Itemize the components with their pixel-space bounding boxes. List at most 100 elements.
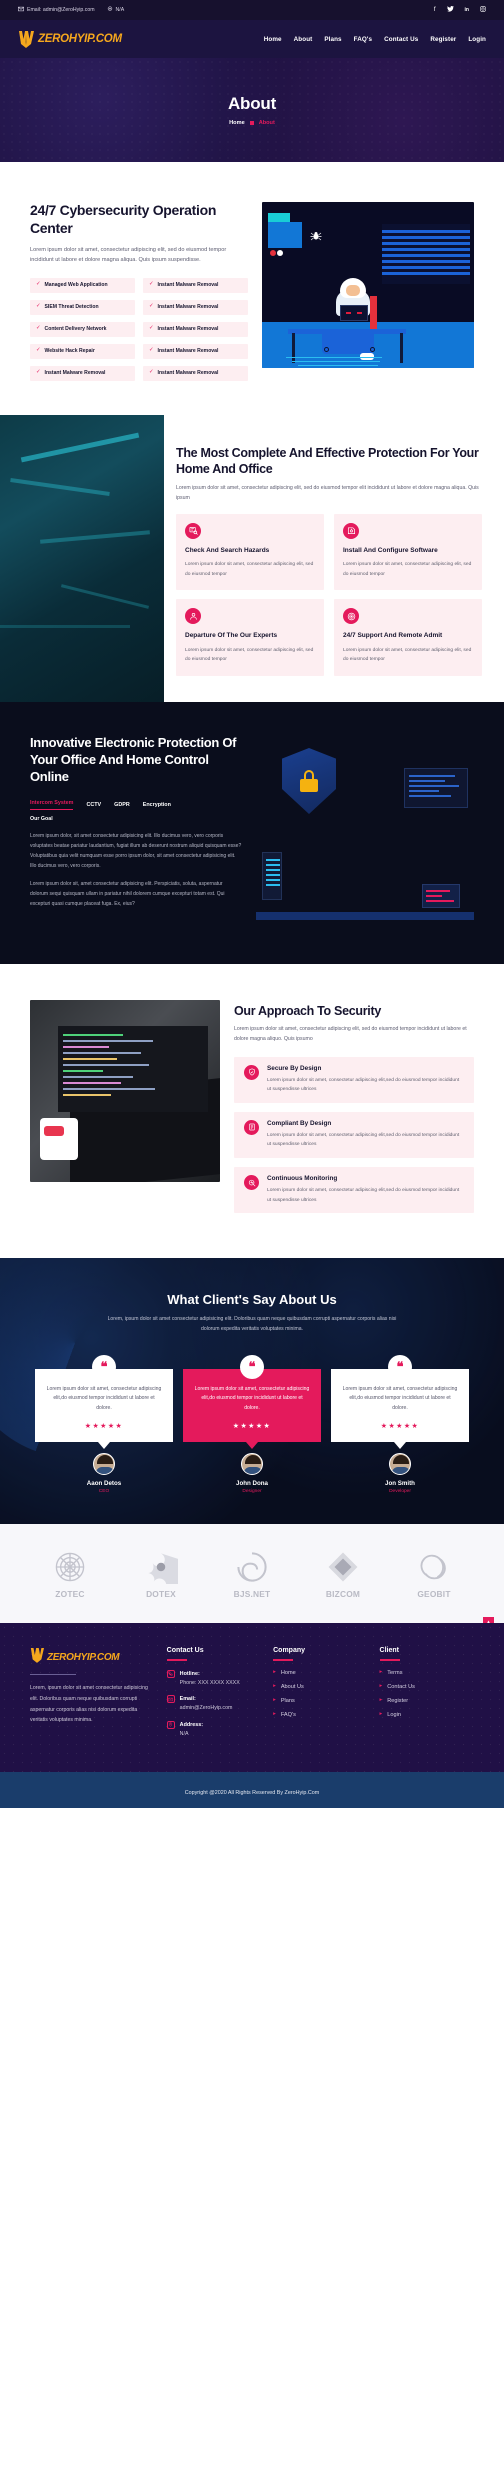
approach-row[interactable]: Continuous Monitoring Lorem ipsum dolor … [234,1167,474,1214]
footer-email-value: admin@ZeroHyip.com [179,1705,233,1712]
footer-heading-underline [166,1659,187,1661]
facebook-icon[interactable]: f [434,7,436,13]
brand-item[interactable]: ZOTEC [30,1550,110,1599]
list-item[interactable]: ▸ Home [273,1669,367,1676]
list-item[interactable]: ▸ Terms [380,1669,474,1676]
check-icon: ✓ [36,281,41,288]
testimonial-card[interactable]: ❝ Lorem ipsum dolor sit amet, consectetu… [35,1354,173,1494]
protection-card-text: Lorem ipsum dolor sit amet, consectetur … [343,647,472,663]
top-info-bar: Email: admin@ZeroHyip.com N/A f in [0,0,504,20]
brand-item[interactable]: BJS.NET [212,1550,292,1599]
soc-paragraph: Lorem ipsum dolor sit amet, consectetur … [30,247,227,264]
check-icon: ✓ [36,303,41,310]
footer-link-contact-us[interactable]: Contact Us [387,1684,415,1690]
feature-badge[interactable]: ✓ Instant Malware Removal [143,277,248,293]
list-item[interactable]: ▸ Register [380,1697,474,1704]
list-item[interactable]: ▸ About Us [273,1683,367,1690]
nav-item-home[interactable]: Home [264,36,282,43]
instagram-icon[interactable] [480,6,486,14]
brand-item[interactable]: DOTEX [121,1550,201,1599]
nav-item-faqs[interactable]: FAQ's [354,36,372,43]
chevron-right-icon: ▸ [273,1696,276,1703]
footer-link-register[interactable]: Register [387,1698,408,1704]
tab-cctv[interactable]: CCTV [86,802,101,808]
footer-link-plans[interactable]: Plans [281,1698,295,1704]
feature-badge[interactable]: ✓ Instant Malware Removal [143,321,248,337]
protection-card[interactable]: Check And Search Hazards Lorem ipsum dol… [176,513,324,591]
brand-name: BIZCOM [325,1589,361,1600]
site-logo[interactable]: ZEROHYIP.COM [18,30,122,48]
server-room-photo [0,414,164,703]
copyright-text: Copyright @2020 All Rights Reserved By Z… [184,1790,320,1797]
feature-badge[interactable]: ✓ Instant Malware Removal [143,299,248,315]
protection-card[interactable]: 24/7 Support And Remote Admit Lorem ipsu… [334,599,482,677]
check-icon: ✓ [149,347,154,354]
section-soc: 24/7 Cybersecurity Operation Center Lore… [0,162,504,415]
quote-icon: ❝ [92,1354,116,1379]
avatar [241,1453,263,1476]
footer-hotline: Hotline: Phone: XXX XXXX XXXX [166,1669,261,1688]
soc-title: 24/7 Cybersecurity Operation Center [30,202,217,236]
twitter-icon[interactable] [446,6,454,14]
zerohyip-logo-icon [18,30,34,48]
approach-row[interactable]: Secure By Design Lorem ipsum dolor sit a… [234,1056,474,1103]
footer-logo-text: ZEROHYIP.COM [47,1652,120,1664]
footer-link-login[interactable]: Login [387,1712,401,1718]
innovative-paragraph-1: Lorem ipsum dolor, sit amet consectetur … [30,832,242,869]
footer-link-terms[interactable]: Terms [387,1670,402,1676]
breadcrumb-current: About [258,120,275,126]
nav-item-plans[interactable]: Plans [324,36,341,43]
nav-item-register[interactable]: Register [430,36,456,43]
footer-logo[interactable]: ZEROHYIP.COM [30,1647,155,1668]
tab-encryption[interactable]: Encryption [143,802,171,808]
brand-name: GEOBIT [417,1589,451,1600]
linkedin-icon[interactable]: in [465,7,469,13]
testimonial-card[interactable]: ❝ Lorem ipsum dolor sit amet, consectetu… [331,1354,469,1494]
feature-badge[interactable]: ✓ Website Hack Repair [30,343,135,359]
protection-card[interactable]: Departure Of The Our Experts Lorem ipsum… [176,599,324,677]
feature-badge[interactable]: ✓ Instant Malware Removal [143,365,248,381]
feature-badge-label: Instant Malware Removal [157,348,219,355]
footer-link-faqs[interactable]: FAQ's [281,1712,296,1718]
list-item[interactable]: ▸ Plans [273,1696,367,1704]
feature-badge[interactable]: ✓ Managed Web Application [30,277,135,293]
approach-title: Our Approach To Security [234,1004,381,1019]
tab-intercom-system[interactable]: Intercom System [30,800,74,810]
brand-item[interactable]: BIZCOM [303,1550,383,1599]
testimonial-card[interactable]: ❝ Lorem ipsum dolor sit amet, consectetu… [183,1354,321,1494]
feature-badge[interactable]: ✓ SIEM Threat Detection [30,299,135,315]
nav-item-contact-us[interactable]: Contact Us [384,36,418,43]
footer-address: Address: N/A [166,1720,261,1739]
feature-badge[interactable]: ✓ Instant Malware Removal [143,343,248,359]
approach-row[interactable]: Compliant By Design Lorem ipsum dolor si… [234,1111,474,1159]
list-item[interactable]: ▸ Login [380,1711,474,1718]
feature-badge-label: Instant Malware Removal [157,304,219,311]
footer-link-home[interactable]: Home [281,1670,296,1676]
footer-email-label: Email: [179,1696,196,1703]
protection-card[interactable]: Install And Configure Software Lorem ips… [334,513,482,591]
nav-item-login[interactable]: Login [468,36,486,43]
breadcrumb-home[interactable]: Home [229,120,245,126]
feature-badge[interactable]: ✓ Content Delivery Network [30,321,135,337]
chevron-right-icon: ▸ [273,1710,276,1717]
footer-address-value: N/A [179,1730,189,1737]
footer-link-about-us[interactable]: About Us [281,1684,304,1690]
section-approach: Our Approach To Security Lorem ipsum dol… [0,964,504,1258]
brand-item[interactable]: GEOBIT [394,1550,474,1599]
protection-paragraph: Lorem ipsum dolor sit amet, consectetur … [176,485,479,502]
footer-company-links: ▸ Home ▸ About Us ▸ Plans ▸ FAQ's [273,1669,367,1718]
page-title: About [227,94,277,113]
feature-badge-label: Content Delivery Network [44,326,107,333]
brand-name: ZOTEC [55,1589,85,1600]
list-item[interactable]: ▸ Contact Us [380,1683,474,1690]
rating-stars: ★★★★★ [84,1423,124,1431]
nav-item-about[interactable]: About [294,36,313,43]
topbar-location[interactable]: N/A [107,6,124,14]
laptop-coffee-photo [30,1000,220,1183]
topbar-email[interactable]: Email: admin@ZeroHyip.com [18,6,95,14]
tab-gdpr[interactable]: GDPR [114,802,130,808]
list-item[interactable]: ▸ FAQ's [273,1710,367,1718]
feature-badge-label: SIEM Threat Detection [44,304,99,311]
feature-badge[interactable]: ✓ Instant Malware Removal [30,365,135,381]
protection-title: The Most Complete And Effective Protecti… [176,445,479,476]
